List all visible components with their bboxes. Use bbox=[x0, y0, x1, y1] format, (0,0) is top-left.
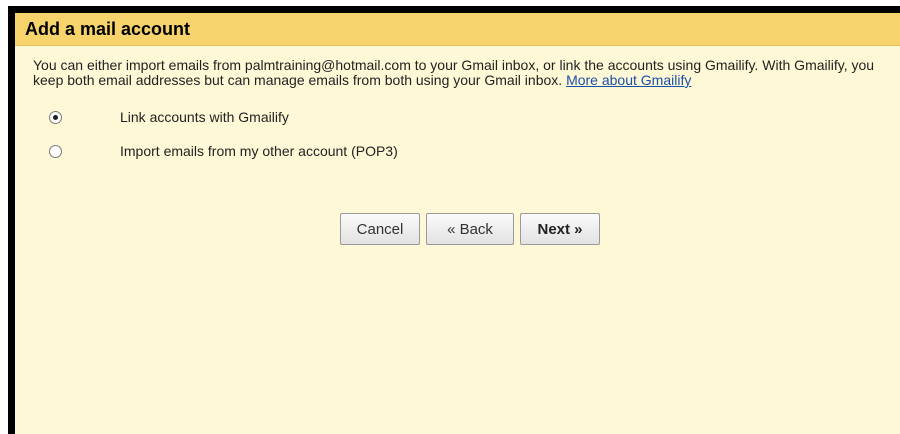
account-options: Link accounts with Gmailify Import email… bbox=[33, 100, 886, 168]
option-link-gmailify[interactable]: Link accounts with Gmailify bbox=[33, 100, 886, 134]
dialog-buttons: Cancel « Back Next » bbox=[340, 213, 600, 245]
back-button[interactable]: « Back bbox=[426, 213, 514, 245]
radio-import-pop3[interactable] bbox=[49, 144, 62, 158]
dialog-title-bar: Add a mail account bbox=[15, 13, 900, 46]
next-button[interactable]: Next » bbox=[520, 213, 600, 245]
dialog-frame: Add a mail account You can either import… bbox=[8, 6, 900, 434]
option-label-link-gmailify: Link accounts with Gmailify bbox=[120, 109, 289, 125]
dialog-description: You can either import emails from palmtr… bbox=[33, 58, 886, 88]
radio-link-gmailify[interactable] bbox=[49, 110, 62, 124]
dialog-title: Add a mail account bbox=[25, 18, 191, 39]
description-text: You can either import emails from palmtr… bbox=[33, 57, 875, 88]
dialog-content: You can either import emails from palmtr… bbox=[15, 46, 900, 168]
more-about-gmailify-link[interactable]: More about Gmailify bbox=[566, 72, 691, 88]
cancel-button[interactable]: Cancel bbox=[340, 213, 420, 245]
add-mail-account-dialog: Add a mail account You can either import… bbox=[15, 13, 900, 434]
option-label-import-pop3: Import emails from my other account (POP… bbox=[120, 143, 398, 159]
option-import-pop3[interactable]: Import emails from my other account (POP… bbox=[33, 134, 886, 168]
